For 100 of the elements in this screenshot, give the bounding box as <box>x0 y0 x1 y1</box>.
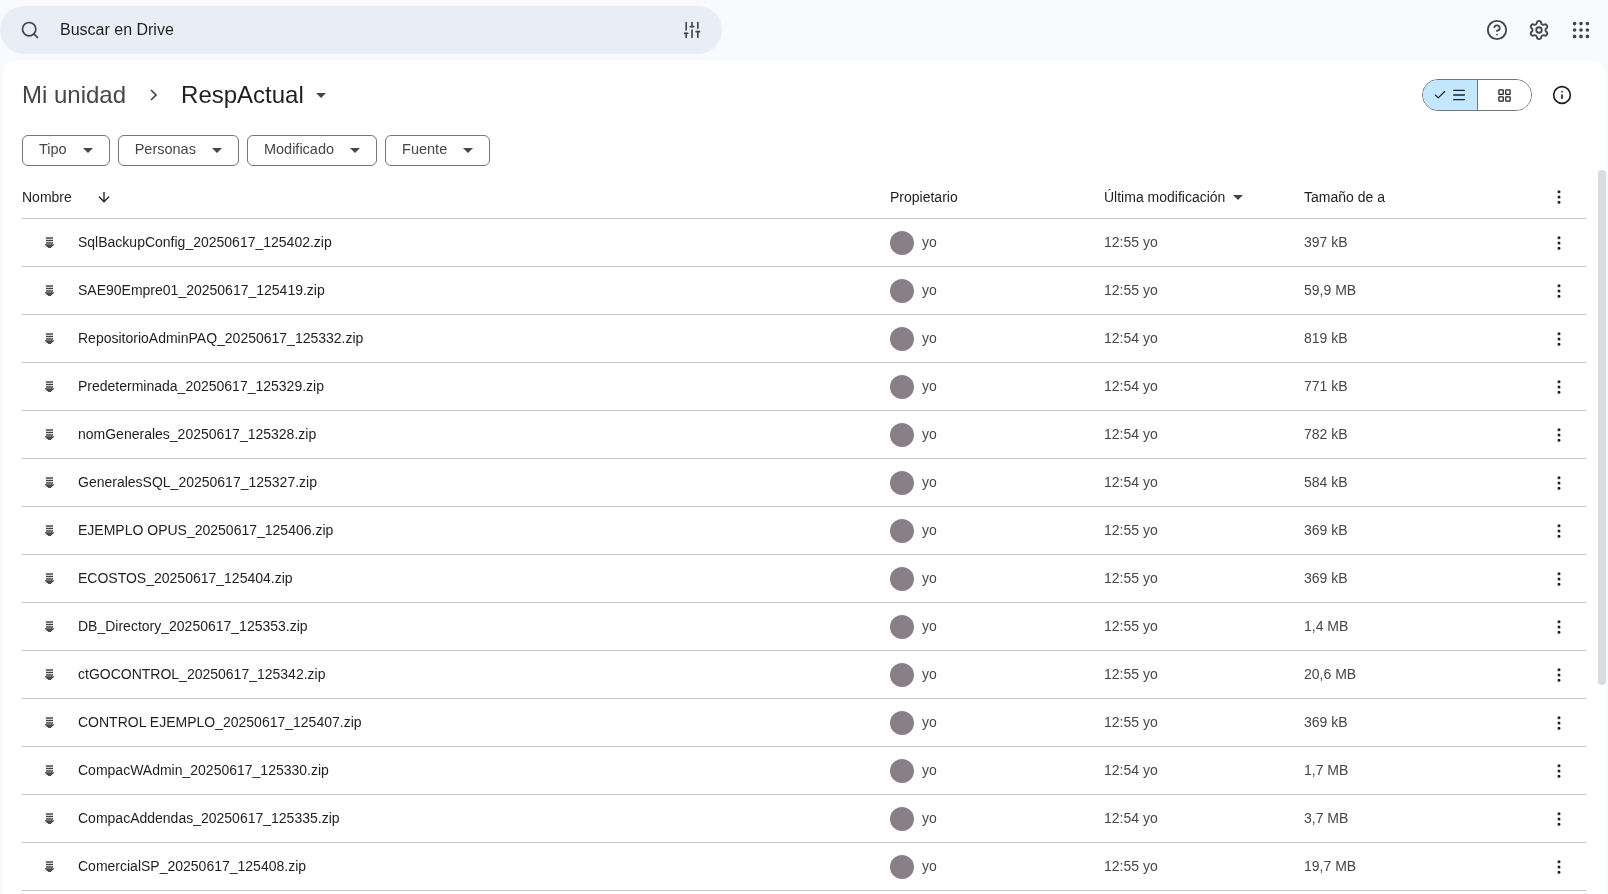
scrollbar-thumb[interactable] <box>1598 170 1606 685</box>
file-size: 369 kB <box>1304 570 1348 586</box>
file-size: 771 kB <box>1304 378 1348 394</box>
check-icon <box>1433 88 1447 102</box>
owner-name: yo <box>922 857 937 876</box>
file-size: 819 kB <box>1304 330 1348 346</box>
zip-file-icon <box>45 573 54 584</box>
file-size: 1,7 MB <box>1304 762 1349 778</box>
avatar-icon <box>890 374 914 399</box>
zip-file-icon <box>45 525 54 536</box>
modified-date: 12:55 yo <box>1104 234 1158 250</box>
owner-name: yo <box>922 425 937 444</box>
zip-file-icon <box>45 861 54 872</box>
file-row[interactable]: ctGOCONTROL_20250617_125342.zip yo 12:55 yo 20,6 MB <box>22 651 1586 699</box>
avatar-icon <box>890 566 914 591</box>
avatar-icon <box>890 710 914 735</box>
avatar-icon <box>890 278 914 303</box>
modified-date: 12:55 yo <box>1104 858 1158 874</box>
file-name: RepositorioAdminPAQ_20250617_125332.zip <box>78 329 364 348</box>
avatar-icon <box>890 758 914 783</box>
file-name: Predeterminada_20250617_125329.zip <box>78 377 324 396</box>
column-header[interactable]: Tamaño de a <box>1304 188 1385 205</box>
owner-name: yo <box>922 521 937 540</box>
apps-icon[interactable] <box>1570 19 1592 41</box>
list-view-button[interactable] <box>1423 80 1477 110</box>
column-header[interactable]: Última modificación <box>1104 186 1226 208</box>
file-row[interactable]: SqlBackupConfig_20250617_125402.zip yo 12:55 yo 397 kB <box>22 219 1586 267</box>
file-row[interactable]: RepositorioAdminPAQ_20250617_125332.zip yo 12:54 yo 819 kB <box>22 315 1586 363</box>
avatar-icon <box>890 326 914 351</box>
modified-date: 12:54 yo <box>1104 426 1158 442</box>
column-header[interactable]: Propietario <box>890 188 958 205</box>
file-row[interactable]: SAE90Empre01_20250617_125419.zip yo 12:55 yo 59,9 MB <box>22 267 1586 315</box>
column-header[interactable]: Nombre <box>22 186 72 208</box>
file-size: 59,9 MB <box>1304 282 1357 298</box>
zip-file-icon <box>45 429 54 440</box>
file-row[interactable]: nomGenerales_20250617_125328.zip yo 12:54 yo 782 kB <box>22 411 1586 459</box>
file-name: EJEMPLO OPUS_20250617_125406.zip <box>78 521 334 540</box>
zip-file-icon <box>45 333 54 344</box>
file-size: 397 kB <box>1304 234 1348 250</box>
zip-file-icon <box>45 717 54 728</box>
avatar-icon <box>890 470 914 495</box>
info-icon[interactable] <box>1552 85 1572 105</box>
owner-name: yo <box>922 809 937 828</box>
zip-file-icon <box>45 285 54 296</box>
modified-date: 12:55 yo <box>1104 714 1158 730</box>
filter-options-icon[interactable] <box>682 20 702 40</box>
filter-chip[interactable]: Personas <box>117 134 239 166</box>
avatar-icon <box>890 806 914 831</box>
owner-name: yo <box>922 281 937 300</box>
grid-view-button[interactable] <box>1477 80 1531 110</box>
file-name: ECOSTOS_20250617_125404.zip <box>78 569 293 588</box>
search-bar[interactable]: Buscar en Drive <box>0 6 722 54</box>
file-name: GeneralesSQL_20250617_125327.zip <box>78 473 317 492</box>
chevron-right-icon <box>150 89 158 101</box>
file-size: 1,4 MB <box>1304 618 1349 634</box>
zip-file-icon <box>45 237 54 248</box>
file-row[interactable]: CompacAddendas_20250617_125335.zip yo 12:54 yo 3,7 MB <box>22 795 1586 843</box>
owner-name: yo <box>922 377 937 396</box>
zip-file-icon <box>45 669 54 680</box>
file-size: 19,7 MB <box>1304 858 1357 874</box>
file-name: CompacAddendas_20250617_125335.zip <box>78 809 340 828</box>
file-size: 369 kB <box>1304 522 1348 538</box>
folder-dropdown[interactable]: RespActual <box>181 77 326 113</box>
filter-chip[interactable]: Tipo <box>22 134 110 166</box>
owner-name: yo <box>922 473 937 492</box>
settings-icon[interactable] <box>1528 19 1550 41</box>
file-row[interactable]: EJEMPLO OPUS_20250617_125406.zip yo 12:55 yo 369 kB <box>22 507 1586 555</box>
owner-name: yo <box>922 233 937 252</box>
filter-chip[interactable]: Modificado <box>246 134 378 166</box>
file-name: DB_Directory_20250617_125353.zip <box>78 617 308 636</box>
breadcrumb-link[interactable]: Mi unidad <box>22 77 127 113</box>
file-name: nomGenerales_20250617_125328.zip <box>78 425 317 444</box>
modified-date: 12:54 yo <box>1104 378 1158 394</box>
file-row[interactable]: GeneralesSQL_20250617_125327.zip yo 12:54 yo 584 kB <box>22 459 1586 507</box>
help-icon[interactable] <box>1486 19 1508 41</box>
filter-chip[interactable]: Fuente <box>385 134 491 166</box>
caret-icon <box>463 147 474 153</box>
file-name: SqlBackupConfig_20250617_125402.zip <box>78 233 332 252</box>
file-row[interactable]: Predeterminada_20250617_125329.zip yo 12:54 yo 771 kB <box>22 363 1586 411</box>
search-field[interactable]: Buscar en Drive <box>60 18 662 42</box>
grid-icon <box>1497 87 1512 103</box>
caret-icon <box>82 147 93 153</box>
avatar-icon <box>890 614 914 639</box>
zip-file-icon <box>45 381 54 392</box>
caret-icon <box>350 147 361 153</box>
modified-date: 12:55 yo <box>1104 522 1158 538</box>
caret-icon <box>211 147 222 153</box>
modified-date: 12:54 yo <box>1104 474 1158 490</box>
file-row[interactable]: ComercialSP_20250617_125408.zip yo 12:55 yo 19,7 MB <box>22 843 1586 891</box>
avatar-icon <box>890 662 914 687</box>
file-name: ComercialSP_20250617_125408.zip <box>78 857 307 876</box>
file-row[interactable]: CONTROL EJEMPLO_20250617_125407.zip yo 12:55 yo 369 kB <box>22 699 1586 747</box>
avatar-icon <box>890 518 914 543</box>
file-row[interactable]: DB_Directory_20250617_125353.zip yo 12:55 yo 1,4 MB <box>22 603 1586 651</box>
file-row[interactable]: CompacWAdmin_20250617_125330.zip yo 12:54 yo 1,7 MB <box>22 747 1586 795</box>
modified-date: 12:55 yo <box>1104 570 1158 586</box>
file-name: ctGOCONTROL_20250617_125342.zip <box>78 665 326 684</box>
avatar-icon <box>890 230 914 255</box>
file-row[interactable]: ECOSTOS_20250617_125404.zip yo 12:55 yo 369 kB <box>22 555 1586 603</box>
search-icon <box>20 20 40 40</box>
